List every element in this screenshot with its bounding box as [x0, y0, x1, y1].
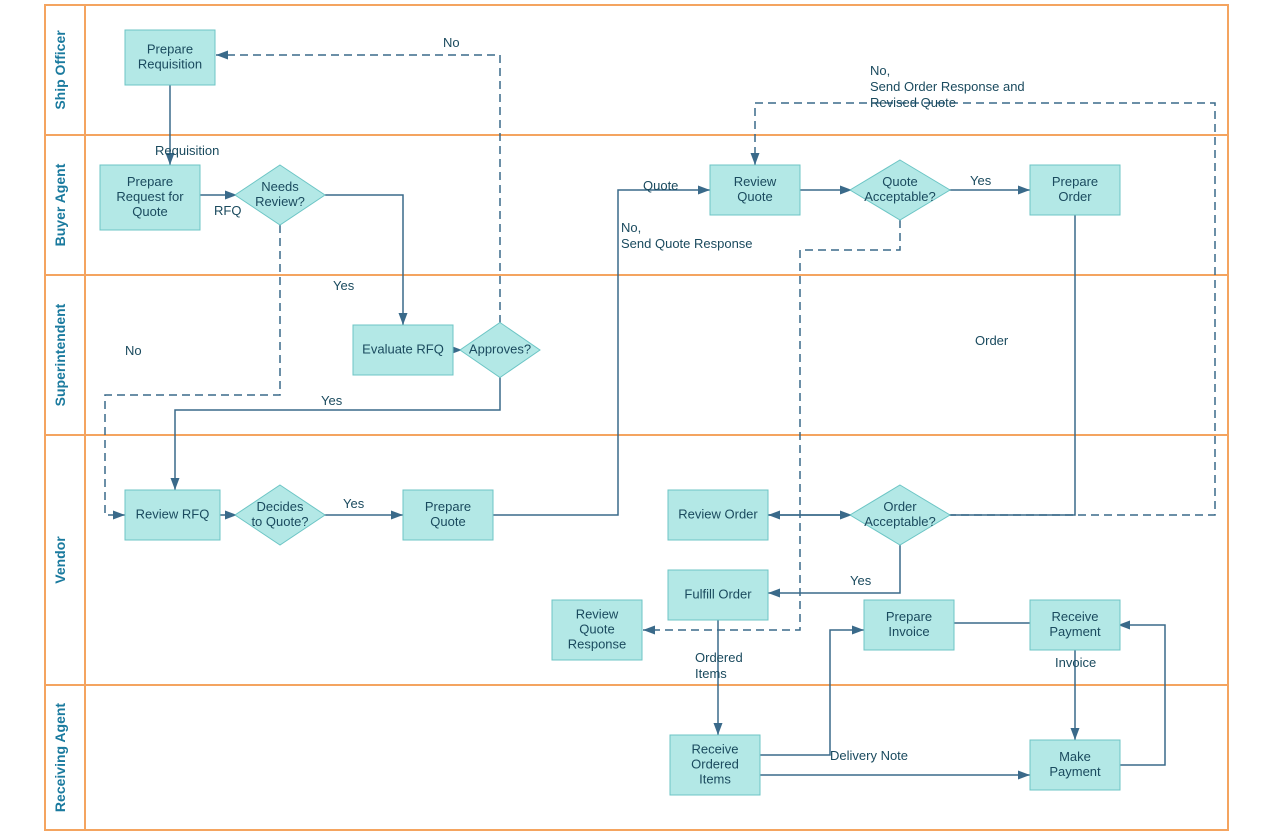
node-needs_rev: NeedsReview? [235, 165, 325, 225]
edge-label-e5: No [125, 343, 142, 358]
lane-label-ship: Ship Officer [52, 30, 68, 110]
edge-label-e7: Yes [343, 496, 365, 511]
edge-label-e16: Invoice [1055, 655, 1096, 670]
node-text: Review? [255, 194, 305, 209]
edge-label-e10: No, [870, 63, 890, 78]
connector [643, 220, 900, 630]
node-text: Needs [261, 179, 299, 194]
node-text: Review RFQ [136, 506, 210, 521]
edge-label-e8: Quote [643, 178, 678, 193]
node-text: Quote [737, 189, 772, 204]
lane-label-vendor: Vendor [52, 536, 68, 584]
node-prep_req: PrepareRequisition [125, 30, 215, 85]
node-rev_qr: ReviewQuoteResponse [552, 600, 642, 660]
connector [768, 215, 1075, 515]
node-text: Ordered [691, 756, 739, 771]
node-text: Quote [882, 174, 917, 189]
node-text: Order [1058, 189, 1092, 204]
node-text: Prepare [147, 41, 193, 56]
edge-label-e4: Yes [333, 278, 355, 293]
node-recv_pay: ReceivePayment [1030, 600, 1120, 650]
edge-label-e14: Ordered [695, 650, 743, 665]
node-text: Review Order [678, 506, 758, 521]
node-text: Acceptable? [864, 514, 936, 529]
edge-label-e11: No, [621, 220, 641, 235]
lane-label-super: Superintendent [52, 303, 68, 406]
node-text: Invoice [888, 624, 929, 639]
node-text: Prepare [1052, 174, 1098, 189]
node-text: Review [576, 606, 619, 621]
node-text: Evaluate RFQ [362, 341, 444, 356]
node-text: Quote [132, 204, 167, 219]
edge-label-e13: Yes [850, 573, 872, 588]
connector [325, 195, 403, 325]
connector [1118, 625, 1165, 765]
node-text: Receive [692, 741, 739, 756]
lane-label-buyer: Buyer Agent [52, 163, 68, 246]
node-review_quote: ReviewQuote [710, 165, 800, 215]
node-text: Prepare [886, 609, 932, 624]
edge-label-e3: RFQ [214, 203, 241, 218]
edge-label-e15: Delivery Note [830, 748, 908, 763]
node-fulfill: Fulfill Order [668, 570, 768, 620]
connector [768, 545, 900, 593]
node-text: Receive [1052, 609, 1099, 624]
node-decides: Decidesto Quote? [235, 485, 325, 545]
node-text: Prepare [127, 174, 173, 189]
edge-label-e1: No [443, 35, 460, 50]
node-order_acc: OrderAcceptable? [850, 485, 950, 545]
node-approves: Approves? [460, 323, 540, 378]
node-text: Approves? [469, 341, 531, 356]
edge-label-e11: Send Quote Response [621, 236, 753, 251]
edge-label-e10: Revised Quote [870, 95, 956, 110]
node-text: Make [1059, 749, 1091, 764]
edge-label-e10: Send Order Response and [870, 79, 1025, 94]
lane-label-recv: Receiving Agent [52, 703, 68, 813]
node-quote_acc: QuoteAcceptable? [850, 160, 950, 220]
node-text: Quote [579, 621, 614, 636]
node-text: Decides [257, 499, 304, 514]
node-text: Items [699, 771, 731, 786]
node-text: Response [568, 636, 627, 651]
edge-label-e6: Yes [321, 393, 343, 408]
node-text: Payment [1049, 624, 1101, 639]
node-review_rfq: Review RFQ [125, 490, 220, 540]
node-prep_order: PrepareOrder [1030, 165, 1120, 215]
node-text: to Quote? [251, 514, 308, 529]
node-review_order: Review Order [668, 490, 768, 540]
node-text: Prepare [425, 499, 471, 514]
edge-label-e12: Order [975, 333, 1009, 348]
node-recv_items: ReceiveOrderedItems [670, 735, 760, 795]
node-text: Payment [1049, 764, 1101, 779]
node-make_pay: MakePayment [1030, 740, 1120, 790]
node-eval_rfq: Evaluate RFQ [353, 325, 453, 375]
connector [755, 103, 1215, 515]
connector [760, 630, 864, 755]
connector [105, 225, 280, 515]
node-text: Order [883, 499, 917, 514]
edge-label-e14: Items [695, 666, 727, 681]
node-text: Quote [430, 514, 465, 529]
edge-label-e9: Yes [970, 173, 992, 188]
node-text: Acceptable? [864, 189, 936, 204]
edge-label-e2: Requisition [155, 143, 219, 158]
node-text: Review [734, 174, 777, 189]
node-prep_inv: PrepareInvoice [864, 600, 954, 650]
node-text: Request for [116, 189, 184, 204]
node-prep_rfq: PrepareRequest forQuote [100, 165, 200, 230]
node-text: Fulfill Order [684, 586, 752, 601]
node-text: Requisition [138, 56, 202, 71]
node-prep_quote: PrepareQuote [403, 490, 493, 540]
swimlane-diagram: Ship Officer Buyer Agent Superintendent Ven… [0, 0, 1274, 836]
